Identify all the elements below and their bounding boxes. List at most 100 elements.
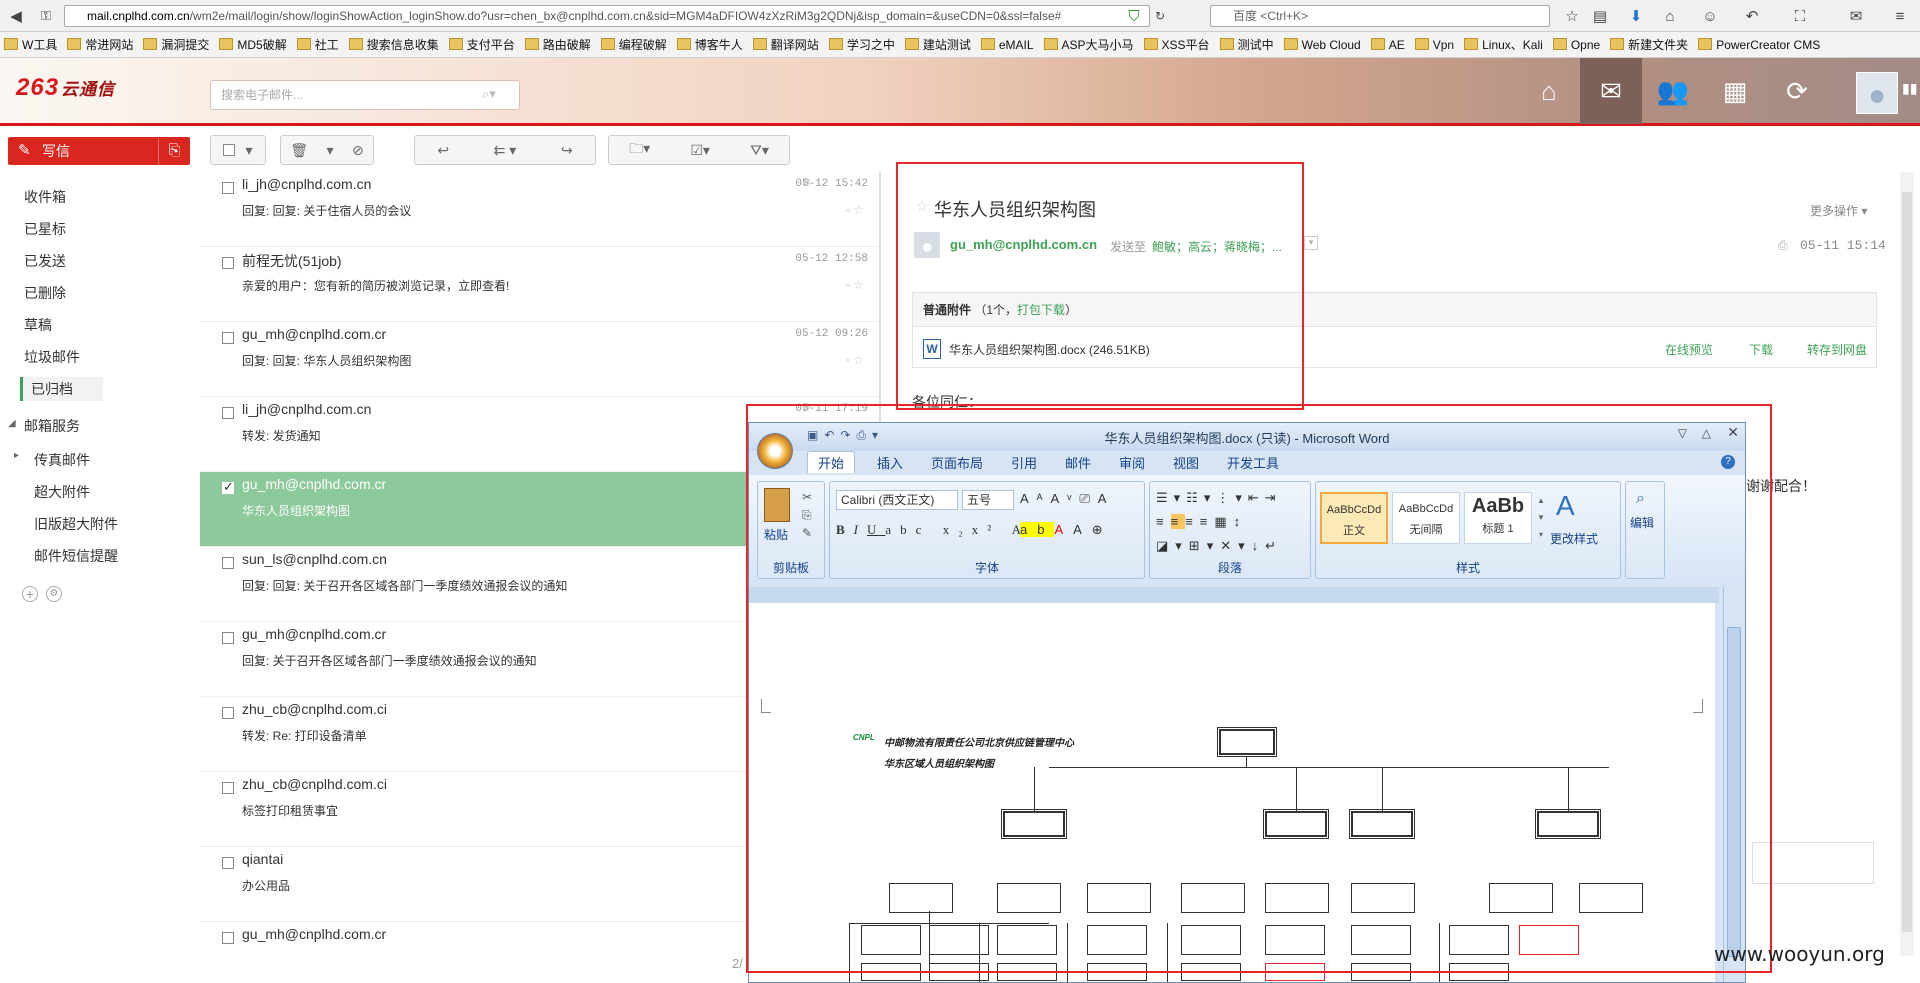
mail-checkbox[interactable] [222,632,234,644]
select-all-checkbox[interactable]: ▾ [210,135,266,165]
mail-row[interactable]: 前程无忧(51job) 亲爱的用户：您有新的简历被浏览记录，立即查看! 05-12 … [200,247,879,322]
chat-icon[interactable]: ☺ [1698,4,1722,28]
bookmark-item[interactable]: PowerCreator CMS [1694,32,1826,57]
mail-row[interactable]: gu_mh@cnplhd.com.cr 回复: 回复: 华东人员组织架构图 05-1… [200,322,879,397]
expand-recipients-icon[interactable]: ▾ [1304,236,1318,250]
mail-checkbox[interactable] [222,782,234,794]
receive-icon[interactable]: ⎘ [158,137,190,165]
mail-checkbox[interactable] [222,857,234,869]
crop-icon[interactable]: ⛶ [1788,4,1812,28]
bookmark-item[interactable]: 社工 [293,32,345,57]
mail-search-input[interactable]: 搜索电子邮件... [210,80,520,110]
bookmark-item[interactable]: AE [1367,32,1411,57]
mail-checkbox[interactable] [222,182,234,194]
undo-icon[interactable]: ↶ [1740,4,1764,28]
shield-icon[interactable]: ⛉ [1122,4,1146,28]
bookmark-item[interactable]: 常进网站 [63,32,139,57]
bookmark-item[interactable]: eMAIL [977,32,1040,57]
print-icon[interactable]: ⎙ [1778,238,1788,253]
bookmark-item[interactable]: 博客牛人 [673,32,749,57]
bookmark-item[interactable]: 测试中 [1216,32,1280,57]
bookmarks-icon[interactable]: ▤ [1588,4,1612,28]
settings-icon[interactable]: ⚙ [46,586,62,602]
back-icon[interactable]: ◀ [4,4,28,28]
bookmark-item[interactable]: ASP大马小马 [1040,32,1140,57]
bookmark-item[interactable]: XSS平台 [1140,32,1216,57]
bookmark-item[interactable]: Vpn [1411,32,1460,57]
reply-all-icon[interactable]: ⇇ ▾ [494,142,517,159]
message-icon[interactable]: ✉ [1844,4,1868,28]
bookmark-item[interactable]: MD5破解 [215,32,292,57]
star-icon[interactable]: ▫ ☆ [846,278,864,292]
compose-button[interactable]: ✎ 写信 ⎘ [8,137,190,165]
trash-icon[interactable]: 🗑 [290,142,308,159]
mail-checkbox[interactable] [222,332,234,344]
filter-icon[interactable]: ⛛▾ [750,142,769,159]
scrollbar[interactable] [1900,172,1914,956]
bookmark-item[interactable]: 建站测试 [901,32,977,57]
mail-checkbox[interactable] [222,707,234,719]
more-actions[interactable]: 更多操作 ▾ [1810,202,1867,219]
mail-checkbox[interactable] [222,257,234,269]
mail-checkbox[interactable] [222,557,234,569]
add-folder-icon[interactable]: + [22,586,38,602]
delete-menu-icon[interactable]: ▾ [327,142,334,159]
save-to-disk-link[interactable]: 转存到网盘 [1807,341,1867,358]
bookmark-item[interactable]: 学习之中 [825,32,901,57]
folder-item[interactable]: 草稿 [24,315,52,335]
preview-link[interactable]: 在线预览 [1665,341,1713,358]
download-link[interactable]: 下载 [1749,341,1773,358]
move-folder-icon[interactable]: 🗀▾ [629,138,650,162]
mark-icon[interactable]: ☑▾ [690,142,710,159]
bookmark-item[interactable]: W工具 [0,32,63,57]
avatar-icon[interactable]: ● [1856,72,1898,114]
star-icon[interactable]: ▫ ☆ [846,353,864,367]
bookmark-item[interactable]: 支付平台 [445,32,521,57]
mail-checkbox[interactable] [222,479,234,495]
search-icon[interactable]: ⌕▾ [482,86,496,102]
download-icon[interactable]: ⬇ [1624,4,1648,28]
bookmark-item[interactable]: Web Cloud [1280,32,1367,57]
folder-item[interactable]: 已归档 [20,377,103,401]
bookmark-item[interactable]: 翻译网站 [749,32,825,57]
bookmark-item[interactable]: 新建文件夹 [1606,32,1694,57]
service-item[interactable]: ▸ 传真邮件 [14,450,90,470]
address-bar[interactable]: mail.cnplhd.com.cn/wm2e/mail/login/show/… [64,5,1150,27]
bookmark-item[interactable]: 路由破解 [521,32,597,57]
folder-item[interactable]: 已发送 [24,251,66,271]
home-icon[interactable]: ⌂ [1518,58,1580,124]
expand-icon[interactable]: ▸ [14,450,19,461]
sync-icon[interactable]: ⟳ [1766,58,1828,124]
bookmark-item[interactable]: 搜索信息收集 [345,32,445,57]
folder-item[interactable]: 已星标 [24,219,66,239]
refresh-icon[interactable]: ↻ [1148,4,1172,28]
folder-item[interactable]: 垃圾邮件 [24,347,80,367]
folder-item[interactable]: 已删除 [24,283,66,303]
pager[interactable]: 2/ [732,956,743,971]
bookmark-item[interactable]: 漏洞提交 [139,32,215,57]
avatar-menu-icon[interactable]: ▮▮ [1902,80,1917,97]
scrollbar-thumb[interactable] [1902,192,1912,932]
reply-icon[interactable]: ↩ [437,142,449,159]
home-icon[interactable]: ⌂ [1658,4,1682,28]
star-icon[interactable]: ☆ [1560,4,1584,28]
logo[interactable]: 263 云通信 [16,74,115,102]
folder-item[interactable]: 收件箱 [24,187,66,207]
block-icon[interactable]: ⊘ [352,142,364,159]
menu-icon[interactable]: ≡ [1888,4,1912,28]
mail-checkbox[interactable] [222,932,234,944]
service-item[interactable]: 邮件短信提醒 [34,546,118,566]
calendar-icon[interactable]: ▦ [1704,58,1766,124]
bookmark-item[interactable]: Linux、Kali [1460,32,1549,57]
mail-checkbox[interactable] [222,407,234,419]
forward-icon[interactable]: ↪ [561,142,573,159]
mail-row[interactable]: li_jh@cnplhd.com.cn 回复: 回复: 关于住宿人员的会议 05-1… [200,172,879,247]
contacts-icon[interactable]: 👥 [1642,58,1704,124]
star-icon[interactable]: ▫ ☆ [846,203,864,217]
web-search-input[interactable]: 百度 <Ctrl+K> [1210,5,1550,27]
service-item[interactable]: 超大附件 [34,482,90,502]
bookmark-item[interactable]: 编程破解 [597,32,673,57]
collapse-icon[interactable]: ◢ [8,418,16,429]
bookmark-item[interactable]: Opne [1549,32,1606,57]
service-item[interactable]: 旧版超大附件 [34,514,118,534]
